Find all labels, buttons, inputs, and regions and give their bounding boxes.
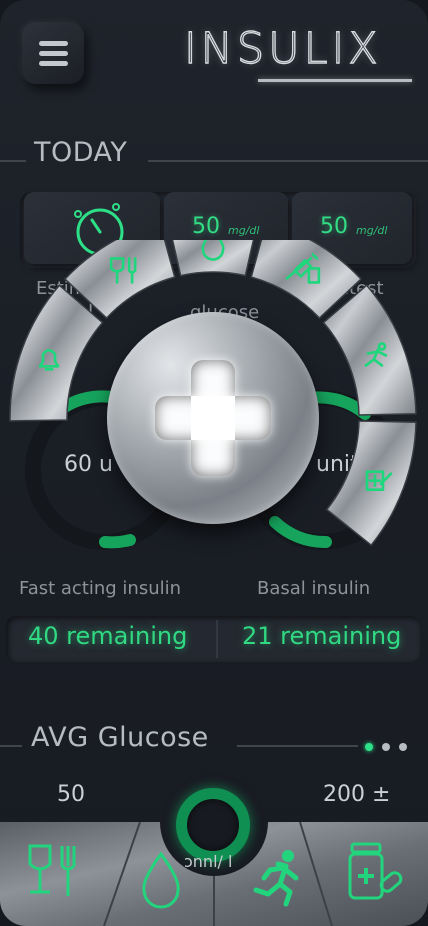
section-divider [0,160,26,162]
page-dot[interactable] [382,743,390,751]
running-icon[interactable] [250,848,306,908]
radial-segment-bell[interactable] [9,284,104,422]
food-icon[interactable] [26,842,88,902]
page-dot[interactable] [399,743,407,751]
avg-left-value: 50 [57,782,85,807]
today-title: TODAY [34,137,128,168]
section-divider [0,745,22,747]
glucose-value: 50 [192,214,220,239]
pills-icon[interactable] [346,840,404,904]
basal-remaining: 21 remaining [242,622,402,650]
hamburger-line [39,61,68,66]
remaining-bar: 40 remaining 21 remaining [6,616,420,662]
avg-right-value: 200 ± [323,782,391,807]
section-divider [148,160,428,162]
logo-underline [258,79,412,82]
divider [216,620,218,658]
latest-value: 50 [320,214,348,239]
section-divider [237,745,358,747]
avg-center-unit: ɔnnl/ l [184,852,233,871]
add-entry-button[interactable] [107,312,319,524]
radial-segment-running[interactable] [322,284,417,416]
fast-remaining: 40 remaining [28,622,188,650]
app-screen: INSULIX TODAY 50 mg/dl 50 mg/dl Estim I … [0,0,428,926]
latest-unit: mg/dl [356,224,388,237]
plus-icon-center [191,396,235,440]
radial-segment-drop[interactable] [168,240,258,277]
center-ring-button[interactable] [176,788,250,862]
app-logo: INSULIX [183,23,382,74]
hamburger-line [39,51,68,56]
drop-icon[interactable] [136,850,186,910]
radial-segment-pills[interactable] [325,420,417,547]
page-dot-active[interactable] [365,743,373,751]
glucose-unit: mg/dl [228,224,260,237]
avg-glucose-title: AVG Glucose [31,722,209,753]
menu-button[interactable] [22,22,84,84]
hamburger-menu-icon [39,41,68,46]
